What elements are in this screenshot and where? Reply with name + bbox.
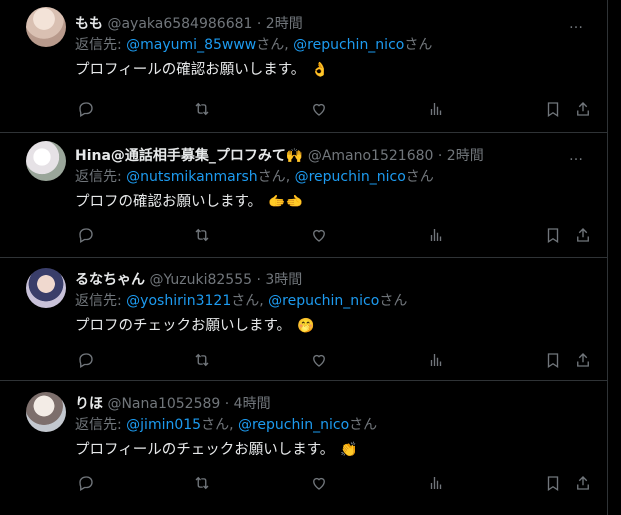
retweet-icon[interactable] — [191, 472, 213, 494]
reply-context: 返信先: @yoshirin3121さん, @repuchin_nicoさん — [75, 291, 407, 311]
comma: , — [229, 417, 238, 433]
display-name[interactable]: るなちゃん — [75, 272, 145, 288]
separator-dot: · — [220, 396, 234, 412]
tweet-text: プロフのチェックお願いします。 🤭 — [75, 315, 315, 337]
like-icon[interactable] — [308, 224, 330, 246]
tweet-header: もも @ayaka6584986681 · 2時間 — [75, 14, 607, 34]
tweet-text: プロフの確認お願いします。 🫱🫲 — [75, 191, 303, 213]
separator-dot: · — [252, 16, 266, 32]
reply-icon[interactable] — [75, 472, 97, 494]
user-handle[interactable]: @Nana1052589 — [107, 396, 220, 412]
share-icon[interactable] — [572, 224, 594, 246]
honorific: さん — [379, 293, 408, 309]
avatar[interactable] — [26, 268, 66, 308]
views-icon[interactable] — [425, 472, 447, 494]
honorific: さん — [256, 37, 285, 53]
timestamp[interactable]: 3時間 — [265, 272, 302, 288]
emoji: 🤭 — [297, 318, 315, 334]
user-handle[interactable]: @Amano1521680 — [308, 148, 434, 164]
mention-link[interactable]: @repuchin_nico — [238, 417, 349, 433]
like-icon[interactable] — [308, 349, 330, 371]
honorific: さん — [231, 293, 260, 309]
like-icon[interactable] — [308, 98, 330, 120]
mention-link[interactable]: @jimin015 — [126, 417, 201, 433]
tweet-actions — [0, 472, 607, 494]
reply-context: 返信先: @mayumi_85wwwさん, @repuchin_nicoさん — [75, 35, 432, 55]
reply-icon[interactable] — [75, 224, 97, 246]
more-options-icon[interactable]: … — [569, 146, 584, 166]
separator-dot: · — [433, 148, 447, 164]
tweet-actions — [0, 349, 607, 371]
display-name[interactable]: Hina@通話相手募集_プロフみて🙌 — [75, 148, 303, 164]
tweet[interactable]: もも @ayaka6584986681 · 2時間 … 返信先: @mayumi… — [0, 0, 607, 133]
views-icon[interactable] — [425, 224, 447, 246]
emoji: 🫱🫲 — [268, 194, 303, 210]
tweet-actions — [0, 98, 607, 120]
reply-prefix: 返信先: — [75, 417, 127, 433]
mention-link[interactable]: @mayumi_85www — [126, 37, 256, 53]
bookmark-icon[interactable] — [542, 98, 564, 120]
comma: , — [259, 293, 269, 309]
timestamp[interactable]: 4時間 — [234, 396, 271, 412]
tweet-body: プロフィールの確認お願いします。 — [75, 62, 306, 78]
honorific: さん — [349, 417, 378, 433]
bookmark-icon[interactable] — [542, 472, 564, 494]
user-handle[interactable]: @ayaka6584986681 — [107, 16, 252, 32]
mention-link[interactable]: @yoshirin3121 — [126, 293, 231, 309]
tweet-header: るなちゃん @Yuzuki82555 · 3時間 — [75, 270, 607, 290]
timestamp[interactable]: 2時間 — [266, 16, 303, 32]
reply-icon[interactable] — [75, 98, 97, 120]
tweet-body: プロフのチェックお願いします。 — [75, 318, 292, 334]
more-options-icon[interactable]: … — [569, 14, 584, 34]
timestamp[interactable]: 2時間 — [447, 148, 484, 164]
views-icon[interactable] — [425, 349, 447, 371]
tweet-header: Hina@通話相手募集_プロフみて🙌 @Amano1521680 · 2時間 — [75, 146, 607, 166]
like-icon[interactable] — [308, 472, 330, 494]
reply-context: 返信先: @jimin015さん, @repuchin_nicoさん — [75, 415, 377, 435]
mention-link[interactable]: @nutsmikanmarsh — [126, 169, 258, 185]
tweet-text: プロフィールの確認お願いします。 👌 — [75, 59, 329, 81]
reply-context: 返信先: @nutsmikanmarshさん, @repuchin_nicoさん — [75, 167, 434, 187]
comma: , — [285, 169, 295, 185]
views-icon[interactable] — [425, 98, 447, 120]
reply-prefix: 返信先: — [75, 37, 127, 53]
retweet-icon[interactable] — [191, 224, 213, 246]
share-icon[interactable] — [572, 472, 594, 494]
tweet-body: プロフの確認お願いします。 — [75, 194, 263, 210]
share-icon[interactable] — [572, 349, 594, 371]
tweet[interactable]: りほ @Nana1052589 · 4時間 返信先: @jimin015さん, … — [0, 381, 607, 515]
comma: , — [284, 37, 294, 53]
display-name[interactable]: もも — [75, 16, 103, 32]
avatar[interactable] — [26, 7, 66, 47]
mention-link[interactable]: @repuchin_nico — [293, 37, 404, 53]
tweet-body: プロフィールのチェックお願いします。 — [75, 442, 335, 458]
timeline-feed: もも @ayaka6584986681 · 2時間 … 返信先: @mayumi… — [0, 0, 608, 515]
honorific: さん — [404, 37, 433, 53]
tweet-text: プロフィールのチェックお願いします。 👏 — [75, 439, 358, 461]
reply-prefix: 返信先: — [75, 293, 127, 309]
retweet-icon[interactable] — [191, 349, 213, 371]
share-icon[interactable] — [572, 98, 594, 120]
bookmark-icon[interactable] — [542, 224, 564, 246]
display-name[interactable]: りほ — [75, 396, 103, 412]
avatar[interactable] — [26, 141, 66, 181]
separator-dot: · — [252, 272, 266, 288]
retweet-icon[interactable] — [191, 98, 213, 120]
emoji: 👏 — [340, 442, 358, 458]
reply-icon[interactable] — [75, 349, 97, 371]
honorific: さん — [257, 169, 286, 185]
mention-link[interactable]: @repuchin_nico — [268, 293, 379, 309]
honorific: さん — [405, 169, 434, 185]
tweet-header: りほ @Nana1052589 · 4時間 — [75, 394, 607, 414]
tweet[interactable]: るなちゃん @Yuzuki82555 · 3時間 返信先: @yoshirin3… — [0, 258, 607, 381]
tweet[interactable]: Hina@通話相手募集_プロフみて🙌 @Amano1521680 · 2時間 …… — [0, 134, 607, 258]
reply-prefix: 返信先: — [75, 169, 127, 185]
emoji: 👌 — [311, 62, 329, 78]
avatar[interactable] — [26, 392, 66, 432]
bookmark-icon[interactable] — [542, 349, 564, 371]
tweet-actions — [0, 224, 607, 246]
honorific: さん — [201, 417, 230, 433]
mention-link[interactable]: @repuchin_nico — [295, 169, 406, 185]
user-handle[interactable]: @Yuzuki82555 — [149, 272, 252, 288]
